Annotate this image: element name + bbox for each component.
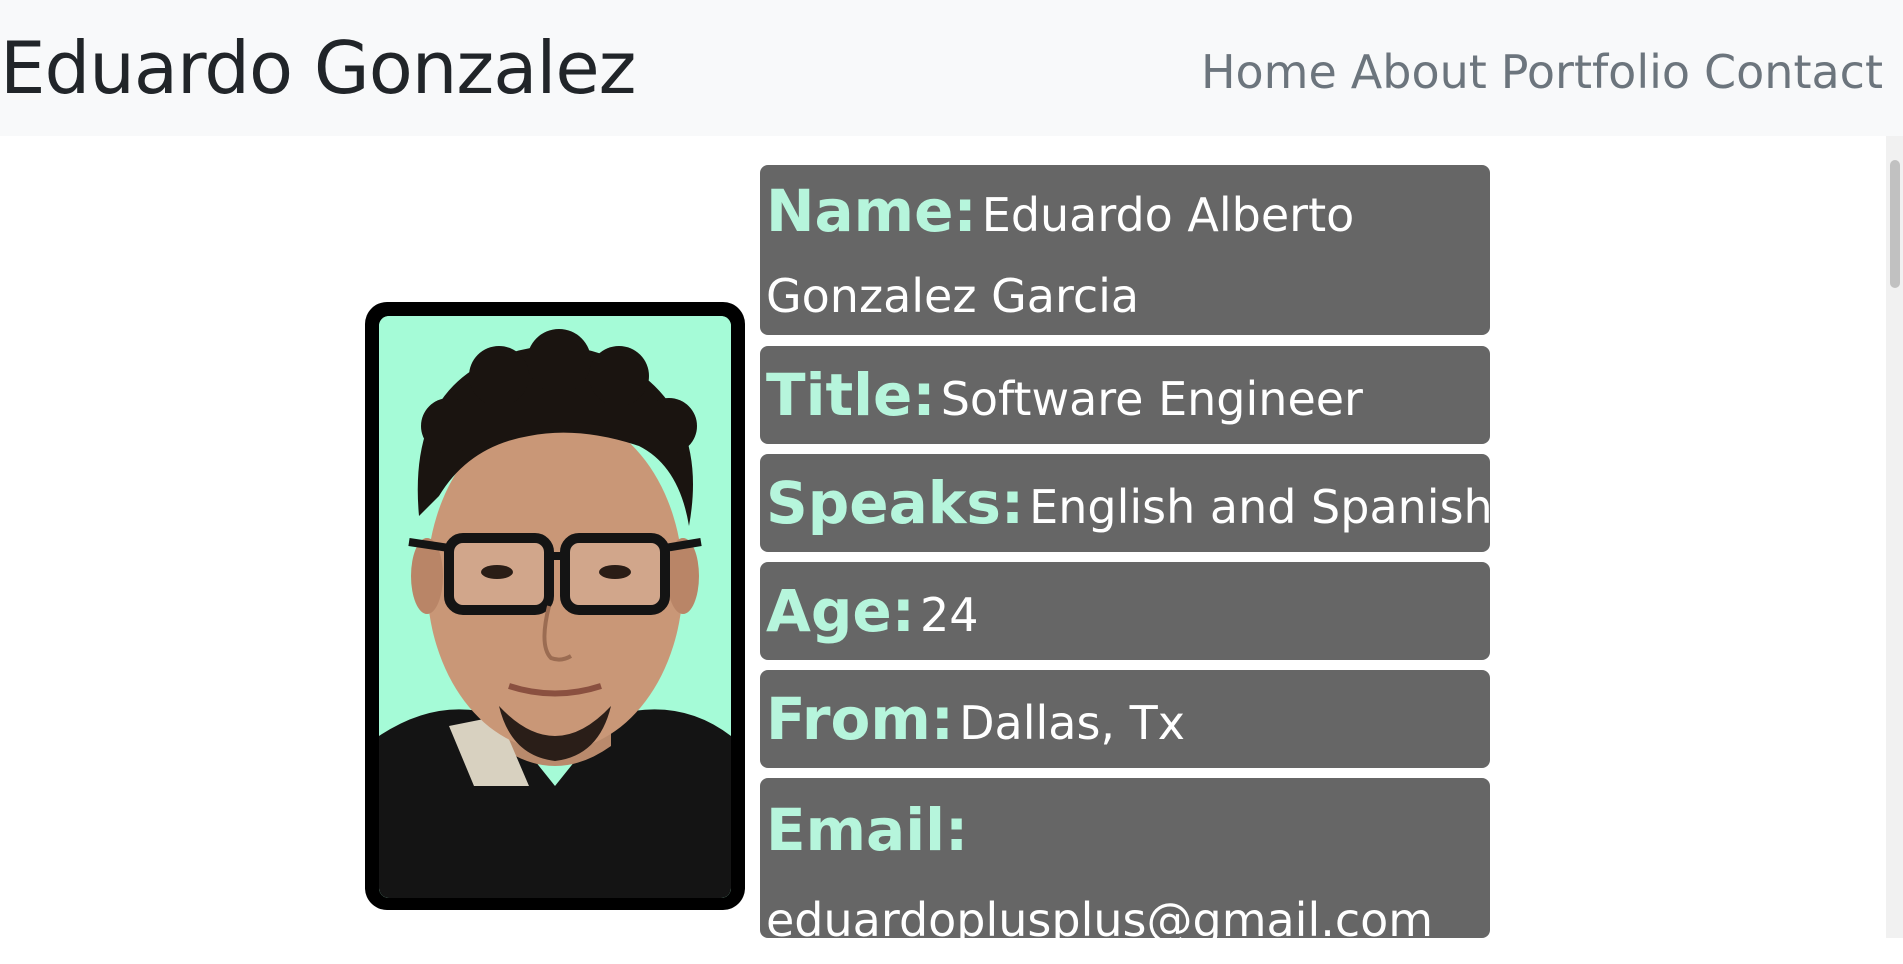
brand-title[interactable]: Eduardo Gonzalez [0,28,636,108]
from-label: From: [766,685,954,753]
nav-link-portfolio[interactable]: Portfolio [1501,44,1690,100]
email-card: Email: eduardoplusplus@gmail.com [760,778,1490,947]
speaks-value: English and Spanish [1029,480,1493,534]
name-card: Name: Eduardo Alberto Gonzalez Garcia [760,165,1490,335]
vertical-scrollbar[interactable] [1886,136,1903,938]
name-label: Name: [766,177,977,245]
age-card: Age: 24 [760,562,1490,660]
top-navbar: Eduardo Gonzalez Home About Portfolio Co… [0,0,1903,136]
from-value: Dallas, Tx [959,696,1185,750]
nav-link-contact[interactable]: Contact [1704,44,1883,100]
email-label: Email: [766,796,969,864]
age-label: Age: [766,577,915,645]
nav-link-home[interactable]: Home [1201,44,1337,100]
profile-photo-frame [365,302,745,910]
scrollbar-thumb[interactable] [1890,160,1900,288]
email-link[interactable]: eduardoplusplus@gmail.com [766,893,1433,947]
title-value: Software Engineer [940,372,1363,426]
name-value-line1: Eduardo Alberto [981,188,1355,242]
name-value-line2: Gonzalez Garcia [766,269,1140,323]
nav-link-about[interactable]: About [1351,44,1487,100]
profile-photo [379,316,731,898]
nav-links: Home About Portfolio Contact [1201,44,1883,100]
from-card: From: Dallas, Tx [760,670,1490,768]
title-label: Title: [766,361,936,429]
title-card: Title: Software Engineer [760,346,1490,444]
speaks-label: Speaks: [766,469,1025,537]
portrait-illustration [379,316,731,898]
age-value: 24 [920,588,979,642]
speaks-card: Speaks: English and Spanish [760,454,1493,552]
